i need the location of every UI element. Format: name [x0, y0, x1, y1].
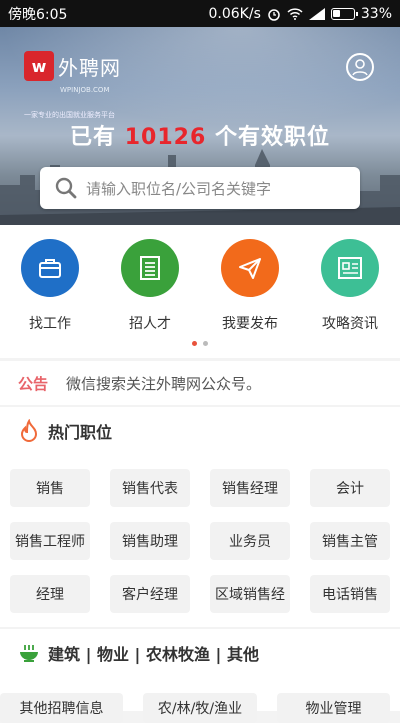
carousel-dot[interactable] — [203, 341, 208, 346]
news-icon — [321, 239, 379, 297]
quick-publish[interactable]: 我要发布 — [205, 239, 295, 333]
job-chip[interactable]: 销售工程师 — [10, 522, 90, 560]
briefcase-icon — [21, 239, 79, 297]
network-speed: 0.06K/s — [208, 5, 261, 22]
job-chip[interactable]: 客户经理 — [110, 575, 190, 613]
status-bar: 傍晚6:05 0.06K/s 33% — [0, 0, 400, 27]
job-chip[interactable]: 会计 — [310, 469, 390, 507]
announcement-bar[interactable]: 公告 微信搜索关注外聘网公众号。 — [0, 361, 400, 405]
brand-logo[interactable]: w 外聘网 WPINJOB.COM 一家专业的出国就业服务平台 — [24, 51, 121, 119]
job-chip[interactable]: 区域销售经 — [210, 575, 290, 613]
search-input[interactable]: 请输入职位名/公司名关键字 — [40, 167, 360, 209]
quick-recruit[interactable]: 招人才 — [105, 239, 195, 333]
search-placeholder: 请输入职位名/公司名关键字 — [86, 179, 272, 198]
job-chip[interactable]: 销售代表 — [110, 469, 190, 507]
announcement-tag: 公告 — [18, 374, 49, 393]
logo-mark-icon: w — [24, 51, 54, 81]
job-chip[interactable]: 销售经理 — [210, 469, 290, 507]
flame-icon — [20, 419, 38, 442]
bowl-icon — [20, 645, 38, 662]
battery-level: 33% — [360, 5, 392, 22]
announcement-message: 微信搜索关注外聘网公众号。 — [66, 374, 262, 393]
hot-jobs-section: 热门职位 销售 销售代表 销售经理 会计 销售工程师 销售助理 业务员 销售主管… — [0, 407, 400, 627]
job-chip[interactable]: 业务员 — [210, 522, 290, 560]
document-icon — [121, 239, 179, 297]
hero-banner: w 外聘网 WPINJOB.COM 一家专业的出国就业服务平台 已有 10126… — [0, 27, 400, 225]
category-header: 建筑 | 物业 | 农林牧渔 | 其他 — [18, 641, 259, 665]
battery-icon — [330, 7, 358, 20]
job-count: 10126 — [124, 125, 207, 150]
signal-icon — [308, 7, 325, 20]
search-icon — [55, 177, 77, 199]
quick-find-job[interactable]: 找工作 — [5, 239, 95, 333]
category-chip[interactable]: 其他招聘信息 — [0, 693, 123, 723]
category-section: 建筑 | 物业 | 农林牧渔 | 其他 其他招聘信息 农/林/牧/渔业 物业管理 — [0, 629, 400, 723]
carousel-dot-active[interactable] — [192, 341, 197, 346]
quick-news[interactable]: 攻略资讯 — [305, 239, 395, 333]
job-chip[interactable]: 经理 — [10, 575, 90, 613]
job-chip[interactable]: 销售助理 — [110, 522, 190, 560]
user-profile-button[interactable] — [346, 53, 374, 81]
job-chip[interactable]: 电话销售 — [310, 575, 390, 613]
user-icon — [352, 59, 368, 76]
wifi-icon — [287, 7, 303, 20]
paper-plane-icon — [221, 239, 279, 297]
job-count-headline: 已有 10126 个有效职位 — [70, 125, 330, 150]
job-chip[interactable]: 销售 — [10, 469, 90, 507]
logo-domain: WPINJOB.COM — [60, 86, 110, 94]
logo-name: 外聘网 — [58, 55, 121, 80]
category-chip[interactable]: 物业管理 — [277, 693, 390, 723]
carousel-indicator — [0, 341, 400, 346]
status-time: 傍晚6:05 — [8, 6, 68, 23]
hot-jobs-header: 热门职位 — [18, 419, 112, 443]
category-chip[interactable]: 农/林/牧/渔业 — [143, 693, 257, 723]
quick-actions: 找工作 招人才 我要发布 攻略资讯 — [0, 225, 400, 358]
job-chip[interactable]: 销售主管 — [310, 522, 390, 560]
alarm-icon — [268, 8, 280, 21]
